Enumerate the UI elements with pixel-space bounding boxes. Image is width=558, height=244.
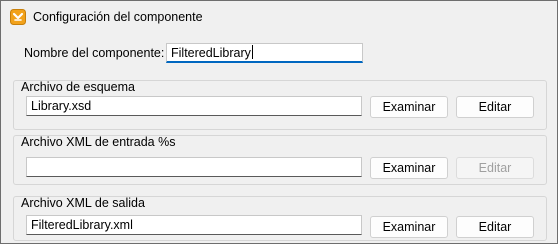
output-xml-file-input[interactable]: FilteredLibrary.xml — [26, 215, 362, 235]
schema-file-value: Library.xsd — [31, 99, 92, 113]
output-xml-file-group-title: Archivo XML de salida — [21, 196, 145, 210]
window-title: Configuración del componente — [33, 10, 203, 24]
input-xml-file-input[interactable] — [26, 157, 362, 177]
input-xml-file-group-title: Archivo XML de entrada %s — [21, 135, 176, 149]
input-xml-edit-button[interactable]: Editar — [456, 157, 534, 179]
title-bar: Configuración del componente — [1, 1, 557, 33]
output-xml-edit-button[interactable]: Editar — [456, 216, 534, 238]
output-xml-file-value: FilteredLibrary.xml — [31, 218, 133, 232]
output-xml-browse-button[interactable]: Examinar — [370, 216, 448, 238]
schema-file-group-title: Archivo de esquema — [21, 80, 135, 94]
app-icon — [10, 9, 26, 25]
schema-browse-button[interactable]: Examinar — [370, 96, 448, 118]
input-xml-browse-button[interactable]: Examinar — [370, 157, 448, 179]
component-name-value: FilteredLibrary — [171, 46, 251, 60]
text-caret — [251, 45, 253, 59]
component-name-input[interactable]: FilteredLibrary — [166, 43, 363, 63]
schema-file-input[interactable]: Library.xsd — [26, 96, 362, 116]
component-name-label: Nombre del componente: — [24, 46, 165, 60]
schema-edit-button[interactable]: Editar — [456, 96, 534, 118]
component-settings-dialog: Configuración del componente Nombre del … — [0, 0, 558, 244]
